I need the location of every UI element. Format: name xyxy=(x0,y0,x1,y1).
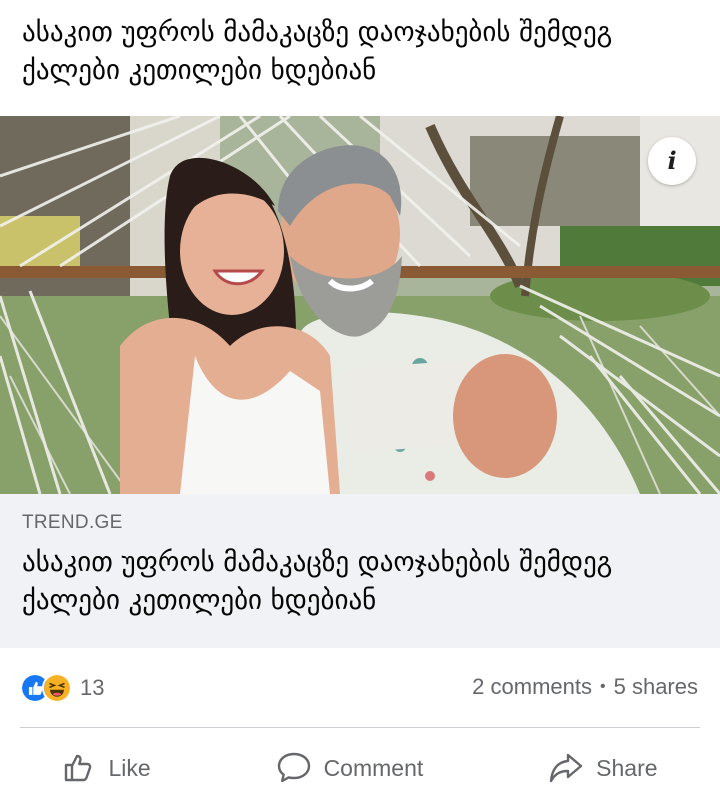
link-preview[interactable]: TREND.GE ასაკით უფროს მამაკაცზე დაოჯახებ… xyxy=(0,494,720,648)
ad-info-icon[interactable]: i xyxy=(648,137,696,185)
comments-count-link[interactable]: 2 comments xyxy=(472,674,592,700)
stats-separator: • xyxy=(600,678,606,695)
post-actions-bar: Like Comment Share xyxy=(0,740,720,796)
comment-bubble-icon xyxy=(277,752,310,783)
post-photo[interactable] xyxy=(0,116,720,494)
comment-label: Comment xyxy=(323,754,424,781)
like-label: Like xyxy=(108,754,151,781)
post-text: ასაკით უფროს მამაკაცზე დაოჯახების შემდეგ… xyxy=(22,17,613,86)
share-button[interactable]: Share xyxy=(530,745,675,791)
like-button[interactable]: Like xyxy=(44,745,168,791)
engagement-stats: 2 comments • 5 shares xyxy=(472,674,698,700)
thumbs-up-icon xyxy=(65,754,92,782)
shares-count-link[interactable]: 5 shares xyxy=(614,674,698,700)
link-title[interactable]: ასაკით უფროს მამაკაცზე დაოჯახების შემდეგ… xyxy=(22,544,702,620)
divider xyxy=(20,727,700,728)
couple-selfie-hammock-image xyxy=(0,116,720,494)
reaction-count: 13 xyxy=(80,675,105,700)
haha-icon xyxy=(42,673,72,703)
share-arrow-icon xyxy=(549,753,583,783)
link-domain: TREND.GE xyxy=(22,512,123,533)
share-label: Share xyxy=(596,754,658,781)
reactions-summary[interactable]: 13 xyxy=(20,672,104,704)
comment-button[interactable]: Comment xyxy=(258,745,442,791)
